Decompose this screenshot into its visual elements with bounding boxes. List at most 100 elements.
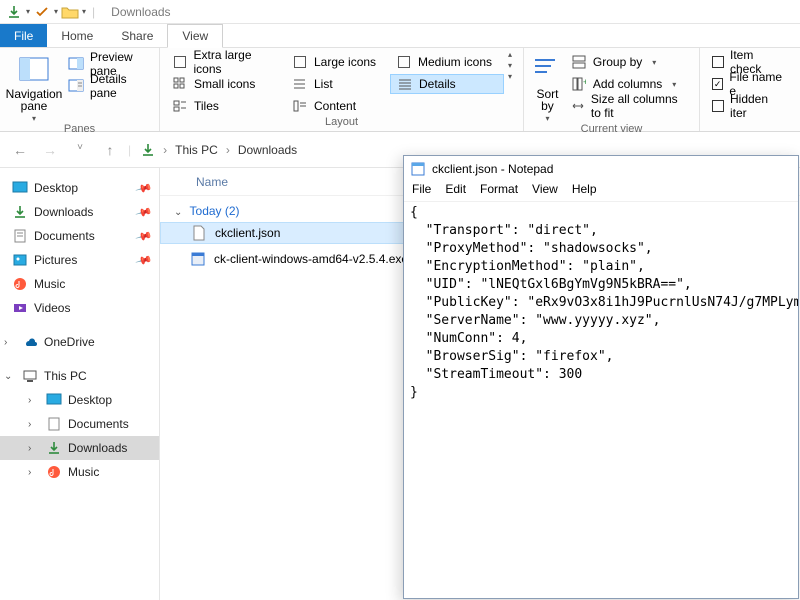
item-checkboxes-toggle[interactable]: Item check	[706, 52, 794, 72]
size-all-columns-button[interactable]: Size all columns to fit	[565, 96, 693, 116]
medium-icons-icon	[396, 54, 412, 70]
chevron-down-icon: ▾	[32, 114, 36, 123]
layout-scroll-up-icon[interactable]: ▴	[508, 50, 512, 59]
group-label-layout: Layout	[166, 116, 517, 130]
notepad-window[interactable]: ckclient.json - Notepad File Edit Format…	[403, 155, 799, 599]
preview-pane-icon	[68, 56, 84, 72]
notepad-menu-edit[interactable]: Edit	[445, 182, 466, 201]
tree-videos[interactable]: Videos	[0, 296, 159, 320]
layout-expand-icon[interactable]: ▾	[508, 72, 512, 81]
ribbon-group-current-view: Sort by ▾ Group by▾ +Add columns▾ Size a…	[524, 48, 700, 131]
this-pc-icon	[22, 368, 38, 384]
chevron-down-icon: ▾	[545, 114, 549, 123]
layout-tiles[interactable]: Tiles	[166, 96, 286, 116]
content-icon	[292, 98, 308, 114]
expand-icon[interactable]: ›	[28, 443, 40, 454]
breadcrumb-this-pc[interactable]: This PC	[175, 143, 218, 157]
add-columns-button[interactable]: +Add columns▾	[565, 74, 693, 94]
collapse-icon[interactable]: ⌄	[4, 371, 16, 382]
notepad-titlebar[interactable]: ckclient.json - Notepad	[404, 156, 798, 182]
chevron-down-icon: ▾	[652, 58, 656, 67]
qat-dropdown-3-icon[interactable]: ▾	[82, 7, 86, 16]
navigation-pane-icon	[18, 54, 50, 86]
tree-pc-music[interactable]: ›Music	[0, 460, 159, 484]
layout-extra-large[interactable]: Extra large icons	[166, 52, 286, 72]
expand-icon[interactable]: ›	[28, 395, 40, 406]
tree-desktop[interactable]: Desktop📌	[0, 176, 159, 200]
chevron-right-icon[interactable]: ›	[226, 143, 230, 157]
tree-music[interactable]: Music	[0, 272, 159, 296]
check-icon[interactable]	[32, 2, 52, 22]
notepad-menu-format[interactable]: Format	[480, 182, 518, 201]
layout-content[interactable]: Content	[286, 96, 390, 116]
chevron-right-icon[interactable]: ›	[163, 143, 167, 157]
tree-documents[interactable]: Documents📌	[0, 224, 159, 248]
checkbox-checked-icon: ✓	[712, 78, 723, 90]
notepad-text-area[interactable]: { "Transport": "direct", "ProxyMethod": …	[404, 202, 798, 598]
qat-dropdown-2-icon[interactable]: ▾	[54, 7, 58, 16]
layout-small[interactable]: Small icons	[166, 74, 286, 94]
tree-downloads[interactable]: Downloads📌	[0, 200, 159, 224]
documents-icon	[12, 228, 28, 244]
pin-icon: 📌	[135, 251, 153, 269]
details-pane-icon	[68, 78, 84, 94]
pin-icon: 📌	[135, 203, 153, 221]
tree-onedrive[interactable]: ›OneDrive	[0, 330, 159, 354]
desktop-icon	[46, 392, 62, 408]
navigation-pane-button[interactable]: Navigation pane ▾	[6, 50, 62, 123]
hidden-items-toggle[interactable]: Hidden iter	[706, 96, 794, 116]
tab-file[interactable]: File	[0, 24, 47, 47]
folder-icon[interactable]	[60, 2, 80, 22]
layout-medium[interactable]: Medium icons	[390, 52, 504, 72]
extra-large-icons-icon	[172, 54, 187, 70]
layout-large[interactable]: Large icons	[286, 52, 390, 72]
expand-icon[interactable]: ›	[28, 467, 40, 478]
details-icon	[397, 76, 413, 92]
notepad-icon	[410, 161, 426, 177]
downloads-icon	[46, 440, 62, 456]
forward-button[interactable]: →	[42, 142, 58, 158]
size-columns-icon	[571, 98, 585, 114]
downloads-glyph-icon	[141, 143, 155, 157]
layout-details[interactable]: Details	[390, 74, 504, 94]
tree-pc-downloads[interactable]: ›Downloads	[0, 436, 159, 460]
tree-pictures[interactable]: Pictures📌	[0, 248, 159, 272]
tab-view[interactable]: View	[167, 24, 223, 48]
up-button[interactable]: ↑	[102, 142, 118, 158]
collapse-icon[interactable]: ⌄	[174, 207, 182, 218]
add-columns-icon: +	[571, 76, 587, 92]
notepad-menu-view[interactable]: View	[532, 182, 558, 201]
recent-dropdown[interactable]: ˅	[72, 142, 88, 158]
preview-pane-button[interactable]: Preview pane	[62, 54, 153, 74]
list-icon	[292, 76, 308, 92]
small-icons-icon	[172, 76, 188, 92]
layout-scroll-down-icon[interactable]: ▾	[508, 61, 512, 70]
back-button[interactable]: ←	[12, 142, 28, 158]
expand-icon[interactable]: ›	[28, 419, 40, 430]
breadcrumb-downloads[interactable]: Downloads	[238, 143, 297, 157]
tab-share[interactable]: Share	[107, 24, 167, 47]
group-by-button[interactable]: Group by▾	[565, 52, 693, 72]
tab-home[interactable]: Home	[47, 24, 107, 47]
layout-list[interactable]: List	[286, 74, 390, 94]
file-name-ext-toggle[interactable]: ✓File name e	[706, 74, 794, 94]
sort-icon	[531, 54, 563, 86]
navigation-tree[interactable]: Desktop📌 Downloads📌 Documents📌 Pictures📌…	[0, 168, 160, 600]
tree-pc-documents[interactable]: ›Documents	[0, 412, 159, 436]
sort-by-button[interactable]: Sort by ▾	[530, 50, 565, 123]
qat-dropdown-1-icon[interactable]: ▾	[26, 7, 30, 16]
quick-access-toolbar: ▾ ▾ ▾ |	[0, 2, 103, 22]
notepad-menu-help[interactable]: Help	[572, 182, 597, 201]
tree-this-pc[interactable]: ⌄This PC	[0, 364, 159, 388]
notepad-menu-file[interactable]: File	[412, 182, 431, 201]
details-pane-button[interactable]: Details pane	[62, 76, 153, 96]
group-by-icon	[571, 54, 587, 70]
expand-icon[interactable]: ›	[4, 337, 16, 348]
titlebar: ▾ ▾ ▾ | Downloads	[0, 0, 800, 24]
checkbox-icon	[712, 100, 724, 112]
onedrive-icon	[22, 334, 38, 350]
tree-pc-desktop[interactable]: ›Desktop	[0, 388, 159, 412]
ribbon-tabs: File Home Share View	[0, 24, 800, 48]
breadcrumb[interactable]: › This PC › Downloads	[141, 143, 297, 157]
download-arrow-icon[interactable]	[4, 2, 24, 22]
